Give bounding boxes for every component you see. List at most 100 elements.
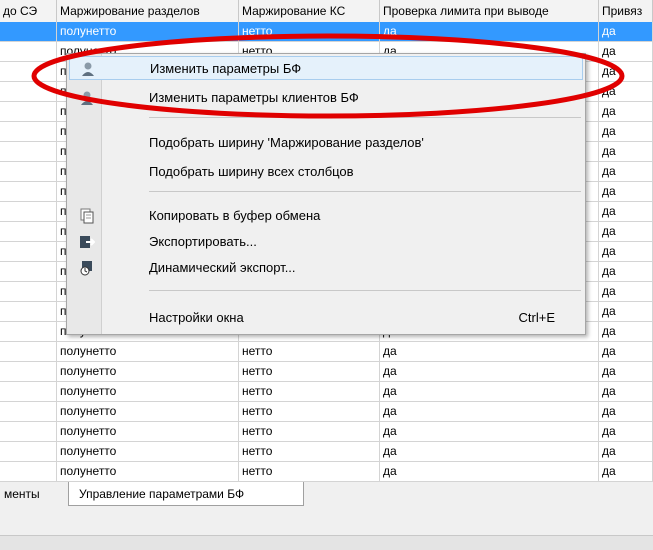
table-cell[interactable] bbox=[0, 222, 57, 241]
table-cell[interactable]: нетто bbox=[239, 402, 380, 421]
table-cell[interactable]: нетто bbox=[239, 362, 380, 381]
table-cell[interactable] bbox=[0, 82, 57, 101]
table-cell[interactable] bbox=[0, 302, 57, 321]
user-edit-icon bbox=[80, 61, 96, 77]
column-header[interactable]: Маржирование КС bbox=[239, 0, 380, 22]
table-cell[interactable] bbox=[0, 462, 57, 481]
menu-item-edit-bf-params[interactable]: Изменить параметры БФ bbox=[69, 56, 583, 80]
menu-item-fit-margin-column[interactable]: Подобрать ширину 'Маржирование разделов' bbox=[69, 131, 583, 155]
table-cell[interactable]: да bbox=[380, 362, 599, 381]
column-header[interactable]: Привяз bbox=[599, 0, 653, 22]
table-cell[interactable] bbox=[0, 282, 57, 301]
menu-item-copy[interactable]: Копировать в буфер обмена bbox=[69, 204, 583, 228]
table-row[interactable]: полунеттонеттодада bbox=[0, 382, 653, 402]
table-cell[interactable]: да bbox=[599, 42, 653, 61]
table-cell[interactable]: да bbox=[380, 462, 599, 481]
table-cell[interactable]: да bbox=[599, 162, 653, 181]
menu-item-dynamic-export[interactable]: Динамический экспорт... bbox=[69, 256, 583, 280]
table-cell[interactable]: да bbox=[380, 422, 599, 441]
table-cell[interactable]: нетто bbox=[239, 382, 380, 401]
table-row[interactable]: полунеттонеттодада bbox=[0, 442, 653, 462]
table-cell[interactable]: да bbox=[380, 442, 599, 461]
table-cell[interactable]: полунетто bbox=[57, 422, 239, 441]
table-cell[interactable]: да bbox=[380, 402, 599, 421]
table-cell[interactable]: да bbox=[599, 302, 653, 321]
column-header[interactable]: до СЭ bbox=[0, 0, 57, 22]
table-cell[interactable]: да bbox=[380, 342, 599, 361]
tab-instruments[interactable]: менты bbox=[0, 482, 50, 506]
table-cell[interactable]: да bbox=[599, 402, 653, 421]
table-cell[interactable]: полунетто bbox=[57, 342, 239, 361]
column-header[interactable]: Проверка лимита при выводе bbox=[380, 0, 599, 22]
table-cell[interactable] bbox=[0, 22, 57, 41]
table-cell[interactable]: полунетто bbox=[57, 442, 239, 461]
table-cell[interactable]: нетто bbox=[239, 462, 380, 481]
table-cell[interactable]: да bbox=[599, 62, 653, 81]
table-cell[interactable] bbox=[0, 162, 57, 181]
table-cell[interactable] bbox=[0, 142, 57, 161]
tab-manage-bf-params[interactable]: Управление параметрами БФ bbox=[68, 482, 304, 506]
table-row[interactable]: полунеттонеттодада bbox=[0, 22, 653, 42]
column-header[interactable]: Маржирование разделов bbox=[57, 0, 239, 22]
table-cell[interactable]: да bbox=[599, 262, 653, 281]
table-cell[interactable] bbox=[0, 402, 57, 421]
table-cell[interactable]: да bbox=[599, 202, 653, 221]
table-cell[interactable]: да bbox=[599, 242, 653, 261]
table-cell[interactable] bbox=[0, 442, 57, 461]
table-cell[interactable]: полунетто bbox=[57, 22, 239, 41]
table-row[interactable]: полунеттонеттодада bbox=[0, 422, 653, 442]
table-cell[interactable] bbox=[0, 182, 57, 201]
grid-header: до СЭ Маржирование разделов Маржирование… bbox=[0, 0, 653, 23]
table-cell[interactable] bbox=[0, 342, 57, 361]
export-icon bbox=[79, 234, 96, 250]
table-cell[interactable]: да bbox=[599, 22, 653, 41]
table-cell[interactable]: да bbox=[599, 182, 653, 201]
table-cell[interactable]: да bbox=[599, 122, 653, 141]
table-row[interactable]: полунеттонеттодада bbox=[0, 462, 653, 482]
table-cell[interactable]: да bbox=[599, 142, 653, 161]
table-cell[interactable] bbox=[0, 42, 57, 61]
table-cell[interactable]: да bbox=[380, 22, 599, 41]
table-cell[interactable] bbox=[0, 102, 57, 121]
table-cell[interactable] bbox=[0, 202, 57, 221]
table-cell[interactable]: да bbox=[599, 382, 653, 401]
table-cell[interactable]: полунетто bbox=[57, 362, 239, 381]
table-cell[interactable]: да bbox=[599, 362, 653, 381]
menu-item-window-settings[interactable]: Настройки окна Ctrl+E bbox=[69, 306, 583, 330]
menu-item-edit-client-params[interactable]: Изменить параметры клиентов БФ bbox=[69, 86, 583, 110]
table-cell[interactable]: да bbox=[599, 342, 653, 361]
table-cell[interactable] bbox=[0, 322, 57, 341]
table-cell[interactable]: да bbox=[599, 282, 653, 301]
table-cell[interactable]: нетто bbox=[239, 442, 380, 461]
table-cell[interactable] bbox=[0, 62, 57, 81]
table-cell[interactable]: да bbox=[599, 462, 653, 481]
menu-item-export[interactable]: Экспортировать... bbox=[69, 230, 583, 254]
menu-separator bbox=[149, 290, 581, 291]
table-cell[interactable] bbox=[0, 242, 57, 261]
table-cell[interactable]: нетто bbox=[239, 22, 380, 41]
table-cell[interactable]: да bbox=[599, 82, 653, 101]
context-menu: Изменить параметры БФ Изменить параметры… bbox=[66, 53, 586, 335]
dynamic-export-icon bbox=[79, 260, 95, 276]
table-cell[interactable] bbox=[0, 382, 57, 401]
table-cell[interactable]: нетто bbox=[239, 342, 380, 361]
table-cell[interactable] bbox=[0, 122, 57, 141]
table-cell[interactable]: полунетто bbox=[57, 382, 239, 401]
table-cell[interactable]: нетто bbox=[239, 422, 380, 441]
table-cell[interactable]: полунетто bbox=[57, 462, 239, 481]
table-cell[interactable] bbox=[0, 362, 57, 381]
table-row[interactable]: полунеттонеттодада bbox=[0, 402, 653, 422]
menu-separator bbox=[149, 117, 581, 118]
table-cell[interactable]: да bbox=[599, 222, 653, 241]
table-cell[interactable] bbox=[0, 422, 57, 441]
table-row[interactable]: полунеттонеттодада bbox=[0, 362, 653, 382]
table-cell[interactable]: да bbox=[380, 382, 599, 401]
table-cell[interactable]: да bbox=[599, 322, 653, 341]
table-cell[interactable]: да bbox=[599, 442, 653, 461]
table-cell[interactable]: да bbox=[599, 102, 653, 121]
table-cell[interactable]: полунетто bbox=[57, 402, 239, 421]
menu-item-fit-all-columns[interactable]: Подобрать ширину всех столбцов bbox=[69, 160, 583, 184]
table-cell[interactable] bbox=[0, 262, 57, 281]
table-row[interactable]: полунеттонеттодада bbox=[0, 342, 653, 362]
table-cell[interactable]: да bbox=[599, 422, 653, 441]
